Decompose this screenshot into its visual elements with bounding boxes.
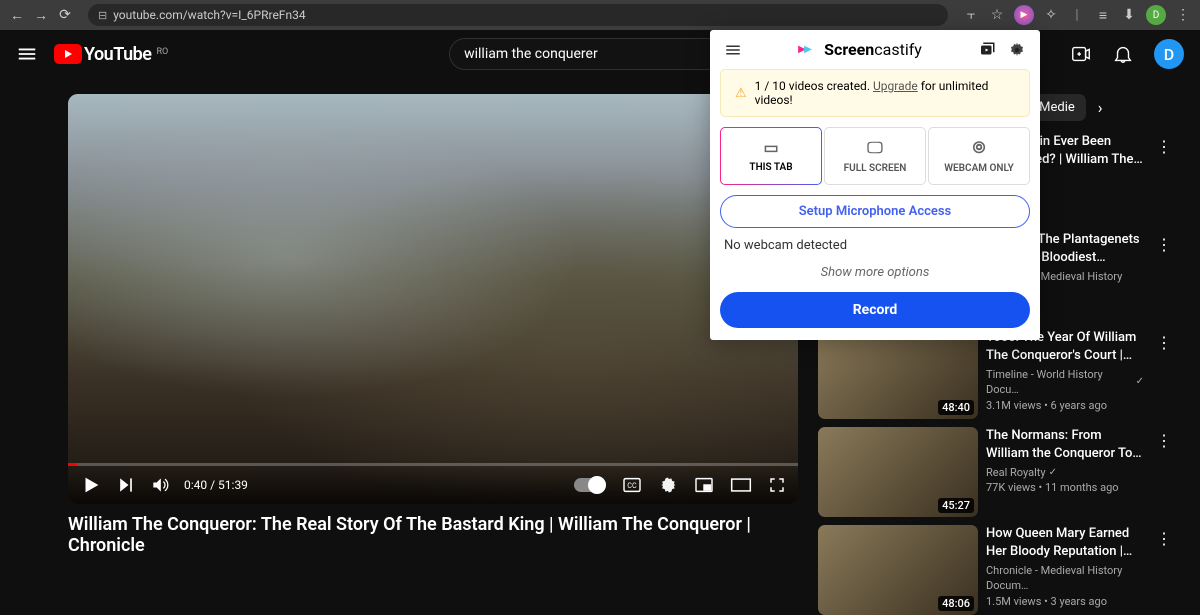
- downloads-icon[interactable]: ⬇: [1120, 6, 1138, 24]
- rec-title: The Normans: From William the Conqueror …: [986, 427, 1144, 462]
- browser-toolbar: ← → ⟳ ⊟ youtube.com/watch?v=I_6PRreFn34 …: [0, 0, 1200, 30]
- videos-icon[interactable]: [978, 41, 996, 59]
- rec-title: How Queen Mary Earned Her Bloody Reputat…: [986, 525, 1144, 560]
- upgrade-link[interactable]: Upgrade: [873, 79, 918, 93]
- rec-channel: Timeline - World History Docu… ✓: [986, 367, 1144, 398]
- youtube-logo[interactable]: YouTube RO: [54, 44, 168, 65]
- thumbnail[interactable]: 45:27: [818, 427, 978, 517]
- miniplayer-icon[interactable]: [694, 477, 714, 493]
- upgrade-banner: ⚠ 1 / 10 videos created. Upgrade for unl…: [720, 69, 1030, 117]
- screencastify-extension-icon[interactable]: ▶: [1014, 5, 1034, 25]
- rec-menu-icon[interactable]: ⋮: [1152, 133, 1176, 223]
- extensions-icon[interactable]: ✧: [1042, 6, 1060, 24]
- rec-menu-icon[interactable]: ⋮: [1152, 231, 1176, 321]
- tab-icon: ▭: [725, 138, 817, 157]
- video-player[interactable]: 0:40 / 51:39 CC: [68, 94, 798, 504]
- divider: |: [1068, 6, 1086, 24]
- time-display: 0:40 / 51:39: [184, 478, 248, 492]
- screencastify-logo: Screencastify: [798, 40, 922, 59]
- rec-menu-icon[interactable]: ⋮: [1152, 525, 1176, 615]
- rec-meta: 3.1M views • 6 years ago: [986, 398, 1144, 413]
- hamburger-icon[interactable]: [16, 43, 38, 65]
- duration-badge: 48:40: [938, 400, 974, 415]
- media-controls-icon[interactable]: ≡: [1094, 6, 1112, 24]
- theater-icon[interactable]: [730, 477, 752, 493]
- url-bar[interactable]: ⊟ youtube.com/watch?v=I_6PRreFn34: [88, 4, 948, 26]
- chevron-right-icon[interactable]: ›: [1098, 98, 1103, 117]
- duration-badge: 48:06: [938, 596, 974, 611]
- browser-menu-icon[interactable]: ⋮: [1174, 6, 1192, 24]
- site-info-icon[interactable]: ⊟: [98, 9, 107, 22]
- verified-icon: ✓: [1136, 375, 1144, 389]
- recommendation-item[interactable]: 48:06 How Queen Mary Earned Her Bloody Re…: [818, 525, 1176, 615]
- svg-text:CC: CC: [627, 481, 637, 490]
- fullscreen-icon[interactable]: [768, 476, 786, 494]
- autoplay-toggle[interactable]: [574, 478, 606, 492]
- tab-this-tab[interactable]: ▭THIS TAB: [720, 127, 822, 185]
- user-avatar[interactable]: D: [1154, 39, 1184, 69]
- thumbnail[interactable]: 48:06: [818, 525, 978, 615]
- popup-settings-icon[interactable]: [1008, 41, 1026, 59]
- screencastify-popup: Screencastify ⚠ 1 / 10 videos created. U…: [710, 30, 1040, 340]
- browser-profile-avatar[interactable]: D: [1146, 5, 1166, 25]
- show-more-options[interactable]: Show more options: [710, 261, 1040, 292]
- notifications-icon[interactable]: [1112, 43, 1134, 65]
- rec-menu-icon[interactable]: ⋮: [1152, 427, 1176, 517]
- recommendation-item[interactable]: 48:401066: The Year Of William The Conqu…: [818, 329, 1176, 419]
- forward-icon[interactable]: →: [32, 6, 50, 24]
- play-icon[interactable]: [80, 474, 102, 496]
- webcam-icon: ⦾: [933, 138, 1025, 158]
- popup-hamburger-icon[interactable]: [724, 41, 742, 59]
- verified-icon: ✓: [1049, 466, 1057, 480]
- video-title: William The Conqueror: The Real Story Of…: [68, 514, 798, 556]
- rec-channel: Real Royalty ✓: [986, 465, 1144, 480]
- back-icon[interactable]: ←: [8, 6, 26, 24]
- record-button[interactable]: Record: [720, 292, 1030, 328]
- tab-full-screen[interactable]: 🖵FULL SCREEN: [824, 127, 926, 185]
- recommendation-item[interactable]: 45:27 The Normans: From William the Conqu…: [818, 427, 1176, 517]
- next-icon[interactable]: [116, 475, 136, 495]
- setup-microphone-button[interactable]: Setup Microphone Access: [720, 195, 1030, 228]
- tab-webcam[interactable]: ⦾WEBCAM ONLY: [928, 127, 1030, 185]
- monitor-icon: 🖵: [829, 138, 921, 158]
- create-icon[interactable]: [1070, 43, 1092, 65]
- bookmark-icon[interactable]: ☆: [988, 6, 1006, 24]
- captions-icon[interactable]: CC: [622, 477, 642, 493]
- install-app-icon[interactable]: ⫟: [962, 6, 980, 24]
- rec-meta: 77K views • 11 months ago: [986, 480, 1144, 495]
- rec-menu-icon[interactable]: ⋮: [1152, 329, 1176, 419]
- url-text: youtube.com/watch?v=I_6PRreFn34: [113, 8, 305, 22]
- webcam-status: No webcam detected: [710, 238, 1040, 261]
- volume-icon[interactable]: [150, 475, 170, 495]
- rec-meta: 1.5M views • 3 years ago: [986, 594, 1144, 609]
- settings-icon[interactable]: [658, 475, 678, 495]
- reload-icon[interactable]: ⟳: [56, 6, 74, 24]
- thumbnail[interactable]: 48:40: [818, 329, 978, 419]
- warning-icon: ⚠: [735, 86, 747, 101]
- duration-badge: 45:27: [938, 498, 974, 513]
- rec-channel: Chronicle - Medieval History Docum…: [986, 563, 1144, 594]
